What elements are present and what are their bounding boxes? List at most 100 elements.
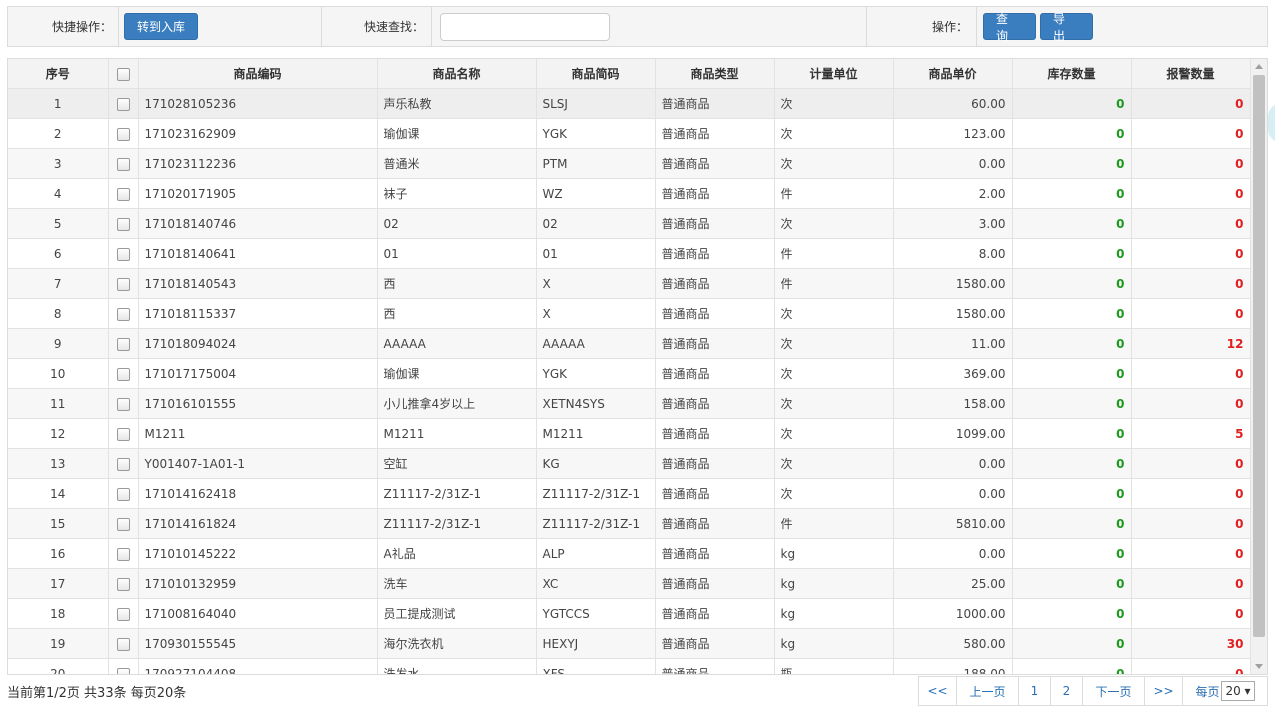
table-row[interactable]: 14 171014162418 Z11117-2/31Z-1 Z11117-2/31Z… (8, 478, 1251, 509)
prev-page-button[interactable]: 上一页 (957, 677, 1019, 705)
row-checkbox[interactable] (116, 637, 130, 651)
goto-inbound-button[interactable]: 转到入库 (124, 13, 198, 40)
vertical-scrollbar[interactable] (1250, 59, 1267, 674)
cell-unit: kg (774, 538, 894, 569)
cell-alarm: 0 (1131, 478, 1251, 509)
page-1-button[interactable]: 1 (1019, 677, 1051, 705)
query-button[interactable]: 查 询 (983, 12, 1036, 43)
row-checkbox[interactable] (116, 157, 130, 171)
table-row[interactable]: 7 171018140543 西 X 普通商品件 1580.00 0 0 (8, 268, 1251, 299)
table-row[interactable]: 20 170927104408 洗发水 XFS 普通商品瓶 188.00 0 0 (8, 658, 1251, 674)
row-checkbox[interactable] (116, 367, 130, 381)
row-checkbox[interactable] (116, 97, 130, 111)
scroll-up-icon[interactable] (1255, 64, 1263, 69)
cell-select[interactable] (108, 478, 139, 509)
cell-type: 普通商品 (655, 298, 775, 329)
cell-select[interactable] (108, 568, 139, 599)
col-header-name[interactable]: 商品名称 (377, 59, 537, 89)
table-row[interactable]: 3 171023112236 普通米 PTM 普通商品次 0.00 0 0 (8, 148, 1251, 179)
col-header-stock[interactable]: 库存数量 (1012, 59, 1132, 89)
cell-select[interactable] (108, 508, 139, 539)
row-checkbox[interactable] (116, 187, 130, 201)
table-row[interactable]: 18 171008164040 员工提成测试 YGTCCS 普通商品 kg 1000.00 0… (8, 598, 1251, 629)
col-header-price[interactable]: 商品单价 (893, 59, 1013, 89)
cell-type: 普通商品 (655, 568, 775, 599)
cell-select[interactable] (108, 178, 139, 209)
row-checkbox[interactable] (116, 427, 130, 441)
row-checkbox[interactable] (116, 607, 130, 621)
export-button[interactable]: 导 出 (1040, 12, 1093, 43)
cell-stock: 0 (1012, 478, 1132, 509)
row-checkbox[interactable] (116, 577, 130, 591)
col-header-alarm[interactable]: 报警数量 (1131, 59, 1251, 89)
cell-select[interactable] (108, 298, 139, 329)
cell-select[interactable] (108, 208, 139, 239)
table-row[interactable]: 17 171010132959 洗车 XC 普通商品 kg 25.00 0 0 (8, 568, 1251, 599)
table-row[interactable]: 2 171023162909 瑜伽课 YGK 普通商品次 123.00 0 0 (8, 118, 1251, 149)
row-checkbox[interactable] (116, 217, 130, 231)
cell-select[interactable] (108, 598, 139, 629)
col-header-code[interactable]: 商品编码 (138, 59, 378, 89)
first-page-button[interactable]: << (919, 677, 957, 705)
row-checkbox[interactable] (116, 517, 130, 531)
page-2-button[interactable]: 2 (1051, 677, 1083, 705)
scrollbar-thumb[interactable] (1253, 75, 1265, 637)
col-header-unit[interactable]: 计量单位 (774, 59, 894, 89)
cell-stock: 0 (1012, 448, 1132, 479)
cell-type: 普通商品 (655, 328, 775, 359)
table-row[interactable]: 4 171020171905 袜子 WZ 普通商品件 2.00 0 0 (8, 178, 1251, 209)
table-row[interactable]: 12 M1211 M1211 M1211 普通商品次 1099.00 0 5 (8, 418, 1251, 449)
select-all-checkbox[interactable] (116, 67, 130, 81)
col-header-type[interactable]: 商品类型 (655, 59, 775, 89)
row-checkbox[interactable] (116, 667, 130, 674)
cell-stock: 0 (1012, 88, 1132, 119)
cell-select[interactable] (108, 328, 139, 359)
row-checkbox[interactable] (116, 247, 130, 261)
last-page-button[interactable]: >> (1145, 677, 1183, 705)
per-page-select[interactable]: 20 ▾ (1221, 681, 1255, 701)
cell-select[interactable] (108, 238, 139, 269)
row-checkbox[interactable] (116, 547, 130, 561)
cell-select[interactable] (108, 448, 139, 479)
cell-select[interactable] (108, 118, 139, 149)
row-checkbox[interactable] (116, 397, 130, 411)
row-checkbox[interactable] (116, 487, 130, 501)
table-row[interactable]: 13 Y001407-1A01-1 空缸 KG 普通商品次 0.00 0 0 (8, 448, 1251, 479)
table-row[interactable]: 19 170930155545 海尔洗衣机 HEXYJ 普通商品 kg 580.00 0 30 (8, 628, 1251, 659)
row-checkbox[interactable] (116, 277, 130, 291)
cell-select[interactable] (108, 88, 139, 119)
row-checkbox[interactable] (116, 127, 130, 141)
cell-select[interactable] (108, 538, 139, 569)
next-page-button[interactable]: 下一页 (1083, 677, 1145, 705)
cell-select[interactable] (108, 658, 139, 674)
row-checkbox[interactable] (116, 337, 130, 351)
col-header-select[interactable] (108, 59, 139, 89)
col-header-short-code[interactable]: 商品简码 (536, 59, 656, 89)
scroll-down-icon[interactable] (1255, 664, 1263, 669)
cell-select[interactable] (108, 388, 139, 419)
table-row[interactable]: 1 171028105236 声乐私教 SLSJ 普通商品次 60.00 0 0 (8, 88, 1251, 119)
side-float-tab[interactable] (1268, 103, 1275, 143)
quick-search-input[interactable] (440, 12, 610, 41)
cell-code: 171020171905 (138, 178, 378, 209)
table-row[interactable]: 15 171014161824 Z11117-2/31Z-1 Z11117-2/31Z… (8, 508, 1251, 539)
table-row[interactable]: 9 171018094024 AAAAA AAAAA 普通商品次 11.00 0 12 (8, 328, 1251, 359)
cell-select[interactable] (108, 418, 139, 449)
cell-code: 171010145222 (138, 538, 378, 569)
row-checkbox[interactable] (116, 307, 130, 321)
table-row[interactable]: 5 171018140746 02 02 普通商品次 3.00 0 0 (8, 208, 1251, 239)
cell-select[interactable] (108, 148, 139, 179)
cell-select[interactable] (108, 358, 139, 389)
table-row[interactable]: 10 171017175004 瑜伽课 YGK 普通商品次 369.00 0 0 (8, 358, 1251, 389)
table-row[interactable]: 11 171016101555 小儿推拿4岁以上 XETN4SYS 普通商品次 158.0… (8, 388, 1251, 419)
cell-price: 1099.00 (893, 418, 1013, 449)
col-header-index[interactable]: 序号 (8, 59, 109, 89)
row-checkbox[interactable] (116, 457, 130, 471)
cell-price: 25.00 (893, 568, 1013, 599)
table-row[interactable]: 8 171018115337 西 X 普通商品次 1580.00 0 0 (8, 298, 1251, 329)
cell-select[interactable] (108, 268, 139, 299)
table-row[interactable]: 6 171018140641 01 01 普通商品件 8.00 0 0 (8, 238, 1251, 269)
table-row[interactable]: 16 171010145222 A礼品 ALP 普通商品 kg 0.00 0 0 (8, 538, 1251, 569)
cell-type: 普通商品 (655, 388, 775, 419)
cell-select[interactable] (108, 628, 139, 659)
